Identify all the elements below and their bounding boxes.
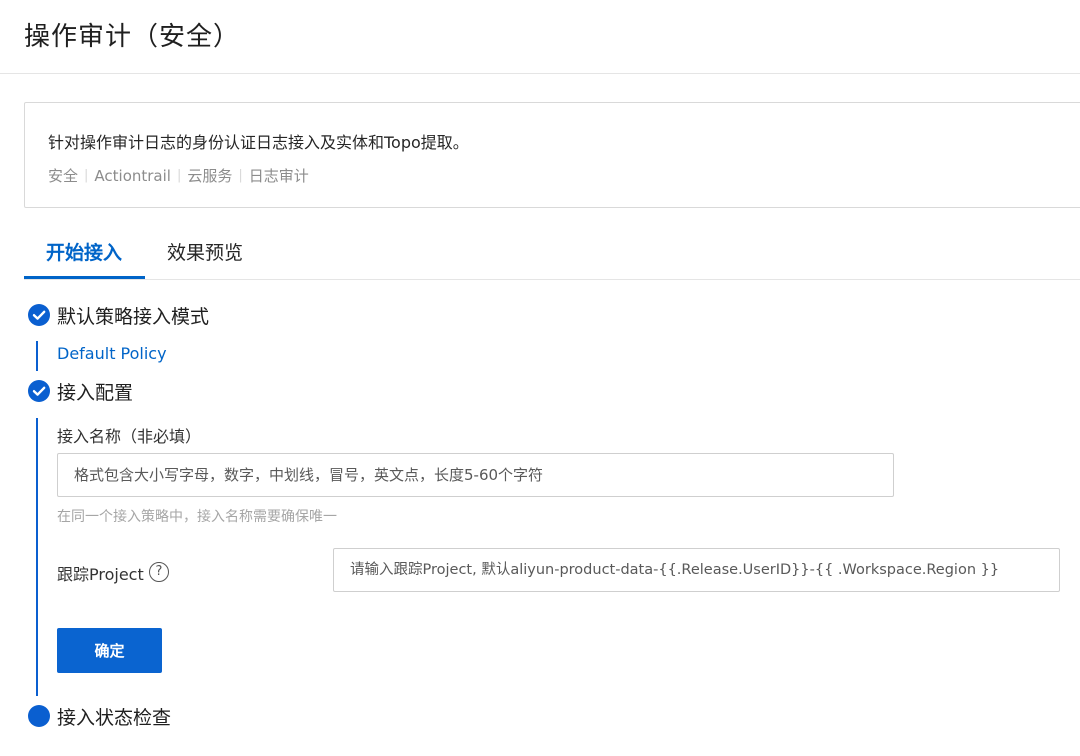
tracking-project-label: 跟踪Project	[57, 565, 144, 584]
step-connector-line	[36, 418, 38, 696]
access-name-label: 接入名称（非必填）	[57, 427, 202, 446]
help-icon[interactable]: ?	[149, 562, 169, 582]
check-circle-icon	[28, 304, 50, 326]
tracking-project-input[interactable]	[333, 548, 1060, 592]
description-card: 针对操作审计日志的身份认证日志接入及实体和Topo提取。 安全 | Action…	[24, 102, 1080, 208]
tag-log-audit: 日志审计	[248, 167, 309, 185]
description-text: 针对操作审计日志的身份认证日志接入及实体和Topo提取。	[48, 133, 469, 152]
tag-separator: |	[238, 168, 243, 183]
header-divider	[0, 73, 1080, 74]
tag-actiontrail: Actiontrail	[94, 166, 171, 185]
tag-row: 安全 | Actiontrail | 云服务 | 日志审计	[48, 165, 309, 186]
access-name-hint: 在同一个接入策略中，接入名称需要确保唯一	[57, 509, 337, 525]
step-title-default-policy-mode: 默认策略接入模式	[57, 306, 210, 328]
tab-effect-preview[interactable]: 效果预览	[167, 238, 243, 265]
access-name-input[interactable]	[57, 453, 894, 497]
tag-separator: |	[84, 168, 89, 183]
default-policy-link[interactable]: Default Policy	[57, 344, 167, 363]
step-connector-line	[36, 341, 38, 371]
active-tab-indicator	[24, 276, 145, 279]
confirm-button[interactable]: 确定	[57, 628, 162, 673]
tag-cloud-service: 云服务	[187, 167, 233, 185]
filled-circle-icon	[28, 705, 50, 727]
step-title-access-config: 接入配置	[57, 382, 134, 404]
tag-security: 安全	[48, 167, 79, 185]
tag-separator: |	[176, 168, 182, 183]
step-title-access-status-check: 接入状态检查	[57, 707, 172, 729]
check-circle-icon	[28, 380, 50, 402]
page-title: 操作审计（安全）	[24, 22, 241, 52]
tab-start-access[interactable]: 开始接入	[46, 238, 122, 265]
tab-bar: 开始接入 效果预览	[24, 226, 1080, 280]
